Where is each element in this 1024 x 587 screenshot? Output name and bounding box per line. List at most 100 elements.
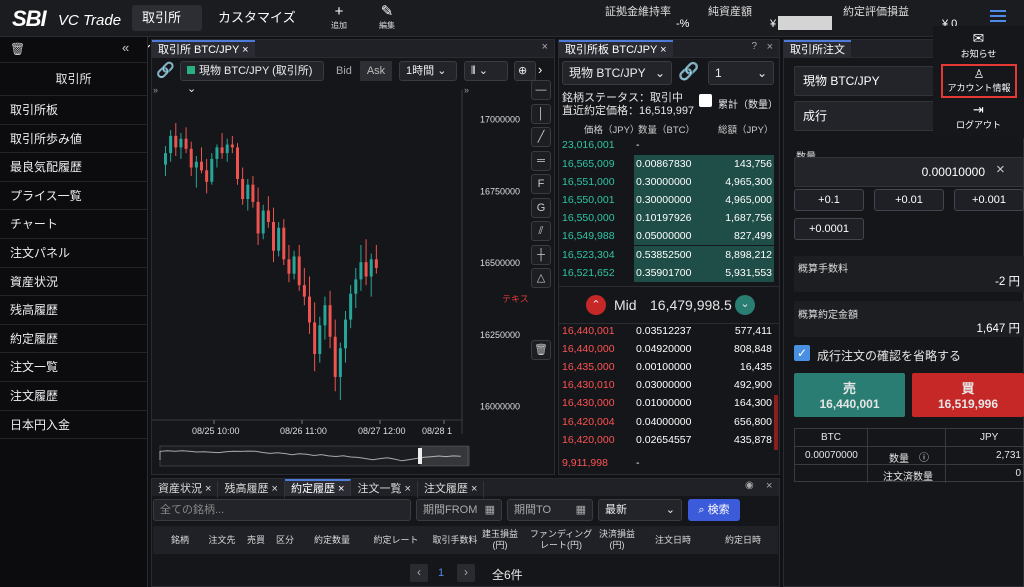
tab-orderbook[interactable]: 取引所板 BTC/JPY ×: [559, 40, 673, 57]
history-column-header[interactable]: 約定日時: [707, 535, 779, 546]
edit-button[interactable]: ✎ 編集: [370, 4, 404, 31]
sidebar-item-2[interactable]: 最良気配履歴: [0, 153, 147, 182]
orderbook-row[interactable]: 16,435,000 0.00100000 16,435: [562, 358, 774, 376]
orderbook-row[interactable]: 9,911,998 -: [562, 454, 774, 472]
tab-order[interactable]: 取引所注文: [784, 40, 851, 57]
fib-retracement-icon[interactable]: F: [531, 174, 551, 194]
cumulative-checkbox[interactable]: [699, 94, 712, 107]
skip-confirm-checkbox[interactable]: ✓: [794, 345, 810, 361]
close-panel-icon[interactable]: ×: [766, 480, 772, 492]
bid-toggle[interactable]: Bid: [336, 65, 352, 77]
sidebar-item-4[interactable]: チャート: [0, 210, 147, 239]
close-panel-icon[interactable]: ×: [542, 41, 548, 53]
hamburger-menu-icon[interactable]: [990, 10, 1006, 24]
history-tab-2[interactable]: 約定履歴 ×: [284, 479, 352, 496]
gann-icon[interactable]: G: [531, 197, 551, 218]
period-from-input[interactable]: 期間FROM ▦: [416, 499, 502, 521]
parallel-lines-icon[interactable]: ═: [531, 150, 551, 171]
logout-item[interactable]: ⇥ ログアウト: [933, 102, 1024, 131]
sidebar-item-5[interactable]: 注文パネル: [0, 239, 147, 268]
price-unit-select[interactable]: 1 ⌄: [708, 61, 774, 85]
sidebar-item-1[interactable]: 取引所歩み値: [0, 125, 147, 154]
chart-symbol-select[interactable]: 現物 BTC/JPY (取引所) ⌄: [180, 61, 324, 95]
step-button-0.0001[interactable]: +0.0001: [794, 218, 864, 240]
zoom-button[interactable]: ⊕: [514, 61, 536, 81]
price-chart[interactable]: 17000000 16750000 16500000 16250000 16000000…: [152, 90, 530, 474]
ask-toggle[interactable]: Ask: [360, 61, 392, 81]
chevron-right-icon[interactable]: ›: [538, 62, 542, 77]
symbol-search-input[interactable]: 全ての銘柄...: [153, 499, 411, 521]
close-icon[interactable]: ×: [335, 483, 344, 495]
orderbook-row[interactable]: 16,420,000 0.02654557 435,878: [562, 431, 774, 449]
step-button-0.1[interactable]: +0.1: [794, 189, 864, 211]
sidebar-item-3[interactable]: プライス一覧: [0, 182, 147, 211]
close-icon[interactable]: ×: [268, 483, 278, 495]
prev-page-button[interactable]: ‹: [410, 564, 428, 582]
buy-button[interactable]: 買 16,519,996: [912, 373, 1024, 417]
tab-chart[interactable]: 取引所 BTC/JPY ×: [152, 40, 255, 57]
link-icon[interactable]: 🔗: [156, 61, 175, 79]
orderbook-row[interactable]: 16,440,000 0.04920000 808,848: [562, 340, 774, 358]
qty-input[interactable]: 0.00010000: [794, 157, 1024, 187]
history-tab-1[interactable]: 残高履歴 ×: [218, 481, 285, 498]
close-icon[interactable]: ×: [242, 44, 248, 56]
customize-menu-button[interactable]: カスタマイズ ⌄: [208, 5, 308, 51]
clear-icon[interactable]: ×: [996, 161, 1005, 178]
orderbook-row[interactable]: 16,551,000 0.30000000 4,965,300: [562, 173, 774, 192]
order-type-select[interactable]: 成行: [794, 101, 934, 131]
chart-type-select[interactable]: ⫴ ⌄: [464, 61, 508, 81]
add-button[interactable]: + 追加: [322, 4, 356, 31]
order-symbol-select[interactable]: 現物 BTC/JPY: [794, 66, 934, 96]
orderbook-row[interactable]: 16,430,010 0.03000000 492,900: [562, 376, 774, 394]
page-number[interactable]: 1: [438, 567, 444, 579]
chevron-down-icon[interactable]: ⌄: [735, 295, 755, 315]
step-button-0.001[interactable]: +0.001: [954, 189, 1024, 211]
orderbook-row[interactable]: 16,550,001 0.30000000 4,965,000: [562, 191, 774, 210]
trash-icon[interactable]: 🗑: [531, 340, 551, 360]
chevron-up-icon[interactable]: ⌃: [586, 295, 606, 315]
account-info-item[interactable]: ♙ アカウント情報: [941, 64, 1017, 98]
period-to-input[interactable]: 期間TO ▦: [507, 499, 593, 521]
history-column-header[interactable]: 約定数量: [296, 535, 368, 546]
close-panel-icon[interactable]: ×: [767, 41, 773, 53]
help-icon[interactable]: ?: [751, 41, 757, 52]
channel-icon[interactable]: ⫽: [531, 221, 551, 241]
history-tab-4[interactable]: 注文履歴 ×: [418, 481, 485, 498]
orderbook-symbol-select[interactable]: 現物 BTC/JPY ⌄: [562, 61, 672, 85]
sort-select[interactable]: 最新 ⌄: [598, 499, 682, 521]
exchange-menu-button[interactable]: 取引所 ⌄: [132, 5, 202, 51]
close-icon[interactable]: ×: [468, 483, 477, 495]
orderbook-row[interactable]: 16,523,304 0.53852500 8,898,212: [562, 245, 774, 264]
crosshair-icon[interactable]: ┼: [531, 244, 551, 265]
orderbook-row[interactable]: 23,016,001 -: [562, 136, 774, 154]
orderbook-row[interactable]: 16,565,009 0.00867830 143,756: [562, 155, 774, 173]
link-icon[interactable]: 🔗: [678, 62, 699, 82]
search-button[interactable]: ⌕ 検索: [688, 499, 740, 521]
orderbook-row[interactable]: 16,550,000 0.10197926 1,687,756: [562, 209, 774, 228]
trend-line-icon[interactable]: ╱: [531, 127, 551, 147]
orderbook-row[interactable]: 16,430,000 0.01000000 164,300: [562, 394, 774, 412]
sidebar-item-6[interactable]: 資産状況: [0, 268, 147, 297]
sell-button[interactable]: 売 16,440,001: [794, 373, 905, 417]
close-icon[interactable]: ×: [401, 483, 411, 495]
close-icon[interactable]: ×: [202, 483, 211, 495]
triangle-icon[interactable]: △: [531, 268, 551, 288]
info-icon[interactable]: ⓘ: [919, 449, 929, 464]
navigator-handle[interactable]: [418, 448, 422, 464]
orderbook-row[interactable]: 16,420,004 0.04000000 656,800: [562, 413, 774, 431]
collapse-icon[interactable]: «: [122, 40, 129, 55]
sidebar-item-8[interactable]: 約定履歴: [0, 325, 147, 354]
notice-item[interactable]: ✉ お知らせ: [933, 30, 1024, 60]
history-tab-0[interactable]: 資産状況 ×: [152, 481, 219, 498]
sidebar-item-9[interactable]: 注文一覧: [0, 353, 147, 382]
trash-icon[interactable]: 🗑: [10, 42, 25, 56]
step-button-0.01[interactable]: +0.01: [874, 189, 944, 211]
close-icon[interactable]: ×: [660, 44, 666, 56]
orderbook-row[interactable]: 16,549,988 0.05000000 827,499: [562, 227, 774, 246]
minus-icon[interactable]: —: [531, 80, 551, 100]
navigator-window[interactable]: [420, 446, 470, 466]
orderbook-row[interactable]: 16,440,001 0.03512237 577,411: [562, 322, 774, 340]
history-tab-3[interactable]: 注文一覧 ×: [351, 481, 418, 498]
sidebar-item-0[interactable]: 取引所板: [0, 96, 147, 125]
history-column-header[interactable]: 注文日時: [637, 535, 709, 546]
